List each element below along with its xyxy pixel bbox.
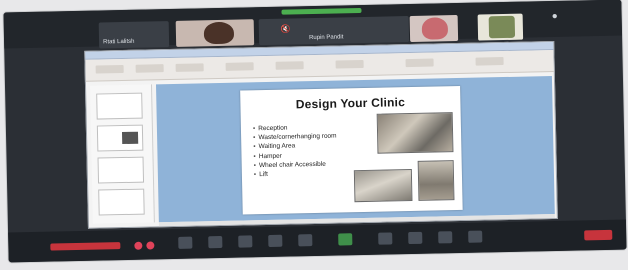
participant-tile-1[interactable]: Rtati Lalitsh xyxy=(98,21,170,49)
ribbon-group[interactable] xyxy=(175,63,204,72)
apps-icon[interactable] xyxy=(438,231,453,244)
slide-thumbnail[interactable] xyxy=(97,156,145,184)
ribbon-group[interactable] xyxy=(135,64,164,73)
participants-icon[interactable] xyxy=(268,234,283,248)
ribbon-group[interactable] xyxy=(225,62,254,71)
participant-tile-3[interactable]: 🔇 Rupin Pandit xyxy=(258,16,410,46)
ribbon-group[interactable] xyxy=(95,64,124,74)
slide-thumbnail[interactable] xyxy=(96,92,143,120)
slide-bullet: Lift xyxy=(254,169,338,180)
record-icon xyxy=(134,241,143,250)
participant-name: Rtati Lalitsh xyxy=(103,38,135,46)
slide-bullet-list: Reception Waste/cornerhanging room Waiti… xyxy=(253,123,338,180)
monitor-screen: Rtati Lalitsh 🔇 Rupin Pandit ● Design Yo… xyxy=(3,0,627,263)
participant-name: Rupin Pandit xyxy=(308,34,344,42)
speaking-indicator xyxy=(281,8,362,15)
view-toggle-icon[interactable]: ● xyxy=(552,11,558,22)
more-icon[interactable] xyxy=(468,230,483,243)
clinic-photo xyxy=(417,160,455,201)
ribbon-group[interactable] xyxy=(405,58,434,68)
current-slide[interactable]: Design Your Clinic Reception Waste/corne… xyxy=(240,85,463,215)
clinic-photo xyxy=(353,168,413,203)
end-call-icon[interactable] xyxy=(584,229,613,241)
video-icon[interactable] xyxy=(208,235,223,249)
ribbon-group[interactable] xyxy=(335,59,364,69)
presentation-window: Design Your Clinic Reception Waste/corne… xyxy=(84,40,558,229)
participant-video xyxy=(203,21,235,45)
slide-thumbnail-pane xyxy=(90,84,155,224)
mic-muted-icon: 🔇 xyxy=(280,24,291,34)
participant-video xyxy=(488,15,516,39)
clinic-photo xyxy=(376,112,454,154)
reactions-icon[interactable] xyxy=(408,231,423,245)
ribbon-group[interactable] xyxy=(275,61,304,70)
record-icon xyxy=(146,241,155,250)
slide-thumbnail[interactable] xyxy=(96,124,144,152)
slide-title: Design Your Clinic xyxy=(295,95,406,112)
security-icon[interactable] xyxy=(238,235,253,248)
slide-bullet: Wheel chair Accessible xyxy=(254,159,338,170)
ribbon-group[interactable] xyxy=(475,57,504,66)
participant-tile-5[interactable] xyxy=(477,13,524,41)
slide-canvas: Design Your Clinic Reception Waste/corne… xyxy=(155,76,555,223)
participant-tile-2[interactable] xyxy=(175,19,255,47)
thumbnail-image xyxy=(121,131,139,145)
chat-icon[interactable] xyxy=(298,234,313,247)
share-screen-icon[interactable] xyxy=(338,233,353,246)
record-button-icon[interactable] xyxy=(378,232,393,245)
participant-tile-4[interactable] xyxy=(409,14,459,42)
mic-icon[interactable] xyxy=(178,236,193,249)
participant-video xyxy=(421,17,449,40)
slide-thumbnail[interactable] xyxy=(98,188,145,216)
recording-indicator xyxy=(50,242,121,251)
